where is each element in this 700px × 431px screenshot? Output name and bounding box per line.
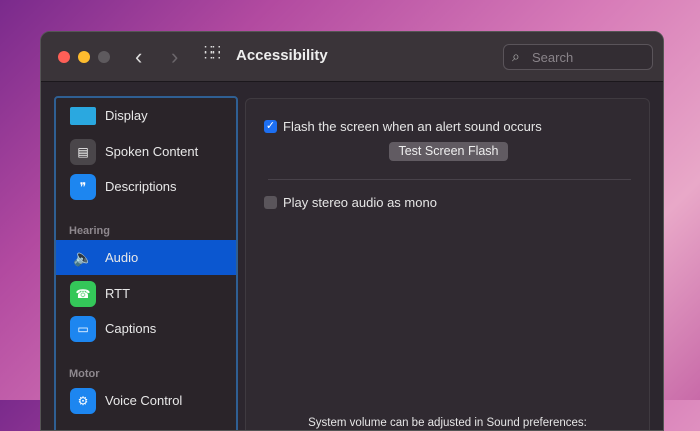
display-icon bbox=[70, 106, 96, 125]
test-screen-flash-button[interactable]: Test Screen Flash bbox=[389, 142, 508, 161]
sidebar-item-label: RTT bbox=[105, 286, 131, 301]
mono-audio-checkbox[interactable] bbox=[264, 196, 277, 209]
flash-screen-label: Flash the screen when an alert sound occ… bbox=[283, 119, 542, 134]
window-title: Accessibility bbox=[236, 47, 328, 64]
search-icon: ⌕ bbox=[512, 48, 520, 64]
sidebar-item-descriptions[interactable]: ❞ Descriptions bbox=[56, 169, 236, 204]
sidebar-item-label: Spoken Content bbox=[105, 144, 199, 159]
sidebar-item-label: Voice Control bbox=[105, 393, 183, 408]
zoom-button[interactable] bbox=[98, 51, 110, 63]
sidebar-item-rtt[interactable]: ☎ RTT bbox=[56, 276, 236, 311]
sidebar-item-voice-control[interactable]: ⚙ Voice Control bbox=[56, 383, 236, 418]
title-bar: ‹ › ∷∷ ∷∷ Accessibility ⌕ Search bbox=[41, 32, 663, 82]
captions-icon: ▭ bbox=[70, 315, 96, 342]
search-input[interactable]: ⌕ Search bbox=[503, 44, 653, 70]
audio-settings-panel: ✓ Flash the screen when an alert sound o… bbox=[245, 98, 650, 430]
sidebar-item-label: Audio bbox=[105, 250, 139, 265]
sidebar-item-label: Descriptions bbox=[105, 179, 177, 194]
sidebar-item-audio[interactable]: 🔈 Audio bbox=[56, 240, 236, 275]
divider bbox=[268, 179, 631, 180]
mono-audio-label: Play stereo audio as mono bbox=[283, 195, 437, 210]
search-placeholder: Search bbox=[532, 50, 574, 65]
section-motor: Motor bbox=[69, 368, 100, 380]
preferences-window: ‹ › ∷∷ ∷∷ Accessibility ⌕ Search Display … bbox=[40, 31, 664, 431]
minimize-button[interactable] bbox=[78, 51, 90, 63]
sidebar[interactable]: Display ▤ Spoken Content ❞ Descriptions He… bbox=[54, 96, 238, 430]
back-chevron-icon[interactable]: ‹ bbox=[135, 44, 142, 70]
sidebar-item-spoken-content[interactable]: ▤ Spoken Content bbox=[56, 134, 236, 169]
sidebar-item-captions[interactable]: ▭ Captions bbox=[56, 311, 236, 346]
system-volume-note: System volume can be adjusted in Sound p… bbox=[308, 417, 587, 429]
voice-control-icon: ⚙ bbox=[70, 387, 96, 414]
spoken-content-icon: ▤ bbox=[70, 138, 96, 165]
section-hearing: Hearing bbox=[69, 225, 110, 237]
sidebar-item-label: Display bbox=[105, 108, 148, 123]
close-button[interactable] bbox=[58, 51, 70, 63]
show-all-grid-icon[interactable]: ∷∷ ∷∷ bbox=[204, 42, 221, 62]
descriptions-icon: ❞ bbox=[70, 173, 96, 200]
sidebar-item-label: Captions bbox=[105, 321, 157, 336]
rtt-phone-icon: ☎ bbox=[70, 280, 96, 307]
forward-chevron-icon[interactable]: › bbox=[171, 44, 178, 70]
flash-screen-checkbox[interactable]: ✓ bbox=[264, 120, 277, 133]
speaker-icon: 🔈 bbox=[73, 249, 93, 267]
sidebar-item-display[interactable]: Display bbox=[56, 98, 236, 133]
